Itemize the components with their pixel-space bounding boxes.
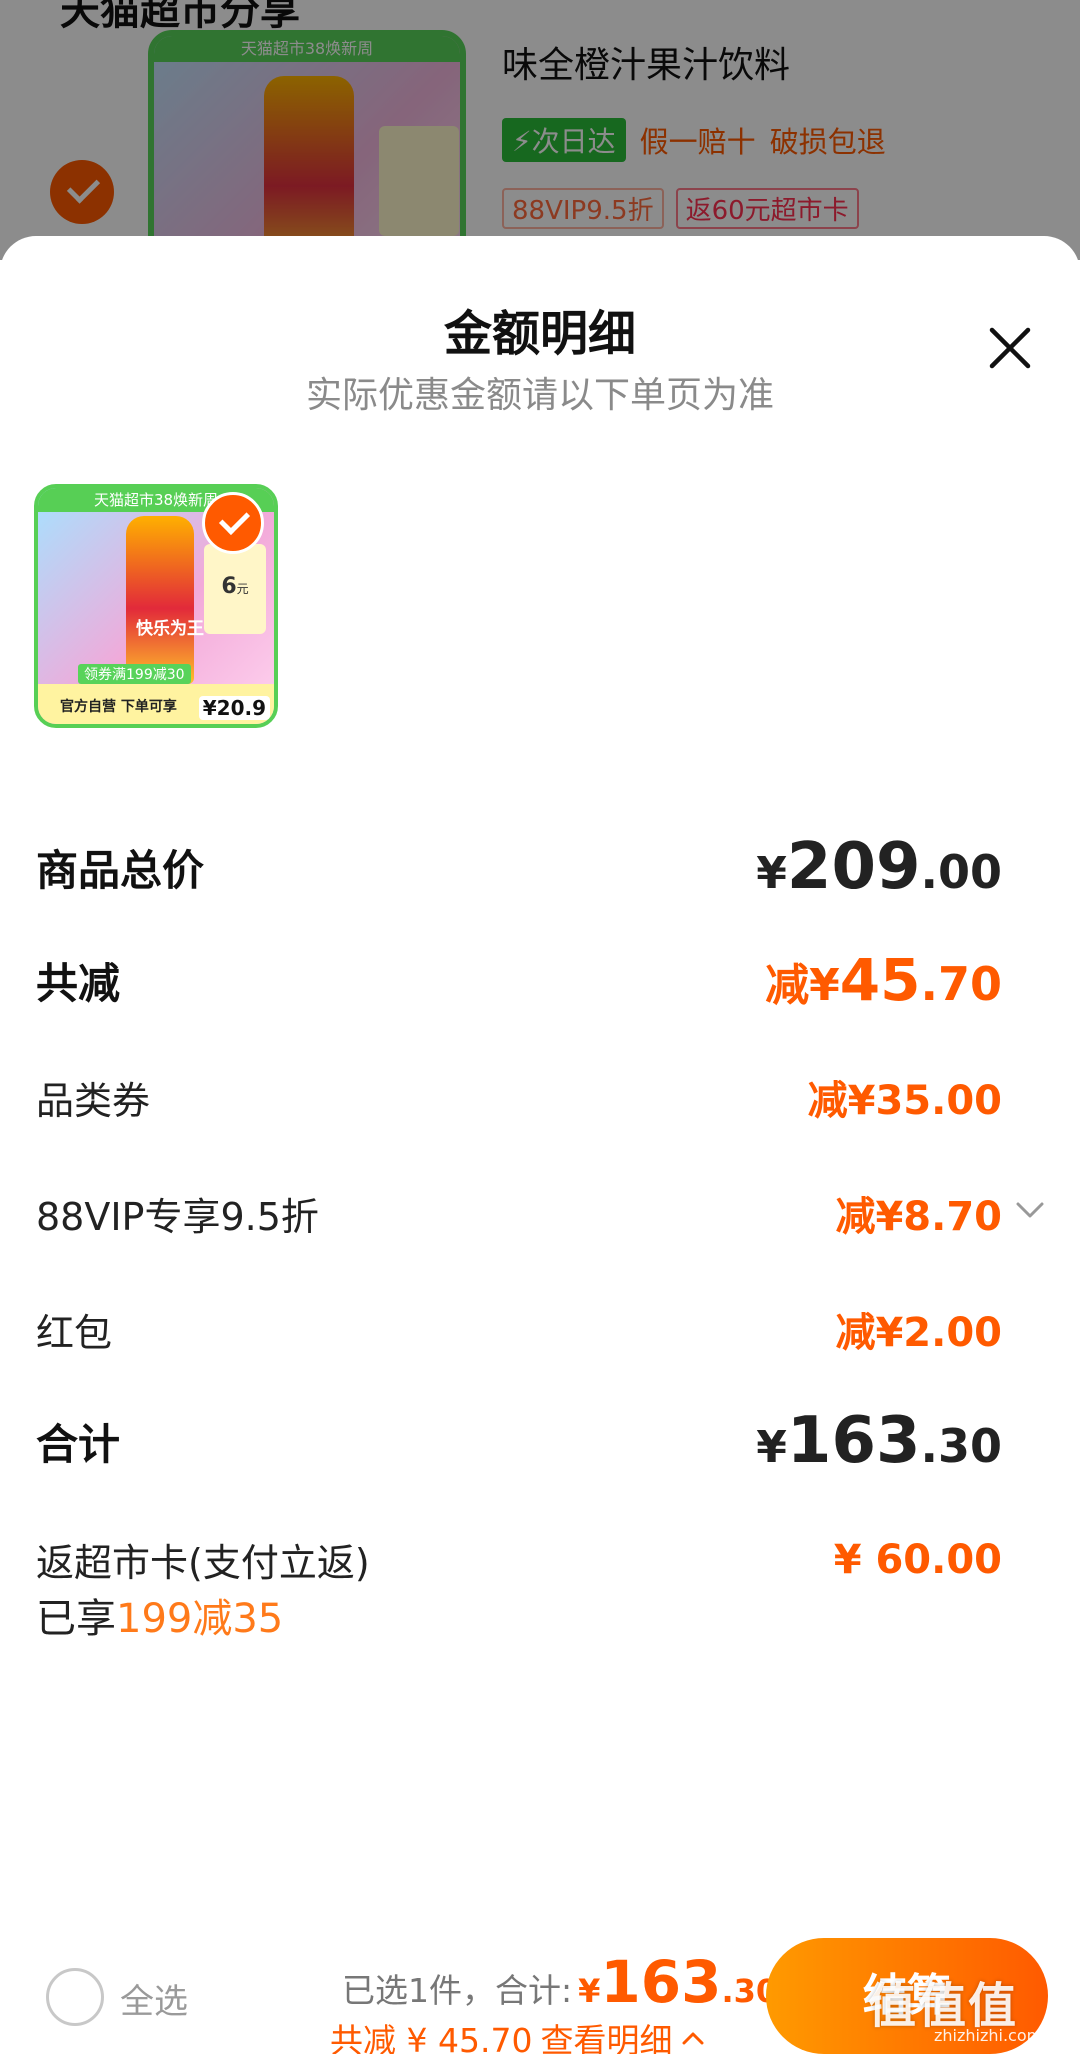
bottle-slogan: 快乐为王	[136, 619, 204, 639]
select-all-label[interactable]: 全选	[120, 1974, 188, 2023]
row-label: 共减	[36, 958, 121, 1008]
view-detail-label: 查看明细	[540, 2021, 673, 2054]
row-vip-discount[interactable]: 88VIP专享9.5折 减¥8.70	[36, 1184, 1002, 1242]
row-label: 返超市卡(支付立返)	[36, 1541, 370, 1585]
price-decimal: .00	[920, 845, 1003, 899]
supermarket-card-graphic: 6元	[204, 544, 266, 634]
selected-summary: 已选1件，合计: ¥163.30	[342, 1948, 778, 2016]
sheet-subtitle: 实际优惠金额请以下单页为准	[305, 375, 774, 416]
yen-symbol: ¥	[578, 1972, 601, 2010]
discount-integer: 45	[839, 946, 921, 1014]
sheet-title: 金额明细	[443, 306, 636, 362]
total-price-value: ¥209.00	[756, 830, 1002, 904]
card-value: 6	[221, 574, 237, 599]
category-coupon-value: 减¥35.00	[807, 1078, 1002, 1124]
discount-detail-link[interactable]: 共减 ¥ 45.70 查看明细	[330, 2014, 706, 2054]
card-rebate-value: ¥ 60.00	[833, 1536, 1002, 1583]
row-red-packet: 红包 减¥2.00	[36, 1300, 1002, 1358]
card-unit: 元	[236, 582, 249, 596]
footer-text: 官方自营 下单可享	[60, 699, 177, 715]
row-label: 商品总价	[36, 845, 205, 895]
red-packet-value: 减¥2.00	[835, 1310, 1002, 1356]
row-grand-total: 合计 ¥163.30	[36, 1404, 1002, 1478]
image-price: ¥20.9	[198, 696, 270, 720]
row-label: 红包	[36, 1310, 113, 1355]
total-integer: 163	[786, 1404, 921, 1478]
row-total-price: 商品总价 ¥209.00	[36, 830, 1002, 904]
yen-symbol: ¥	[756, 848, 787, 899]
discount-prefix: 减¥	[765, 960, 840, 1011]
total-discount-value: 减¥ 45.70	[765, 946, 1002, 1014]
grand-total-value: ¥163.30	[756, 1404, 1002, 1478]
enjoyed-prefix: 已享	[36, 1596, 116, 1642]
row-total-discount: 共减 减¥ 45.70	[36, 946, 1002, 1014]
row-category-coupon: 品类券 减¥35.00	[36, 1068, 1002, 1126]
row-label: 88VIP专享9.5折	[36, 1194, 319, 1239]
amount-detail-sheet: 金额明细 实际优惠金额请以下单页为准 天猫超市38焕新周 快乐为王 6元 领券满…	[0, 236, 1080, 2054]
chevron-down-icon[interactable]	[1012, 1192, 1048, 1228]
row-label: 品类券	[36, 1078, 151, 1123]
modal-overlay[interactable]	[0, 0, 1080, 260]
watermark-url: zhizhizhi.com	[934, 2026, 1043, 2045]
discount-summary: 共减 ¥ 45.70	[330, 2021, 533, 2054]
row-label: 合计	[36, 1419, 121, 1469]
coupon-label: 领券满199减30	[78, 664, 191, 684]
enjoyed-promotion: 已享199减35	[36, 1586, 283, 1644]
product-image[interactable]: 天猫超市38焕新周 快乐为王 6元 领券满199减30 官方自营 下单可享 ¥2…	[34, 484, 278, 728]
total-integer: 163	[600, 1948, 722, 2016]
juice-bottle-graphic	[126, 516, 194, 684]
enjoyed-highlight: 199减35	[116, 1596, 284, 1642]
vip-discount-value: 减¥8.70	[835, 1194, 1002, 1240]
selected-summary-label: 已选1件，合计:	[342, 1971, 573, 2010]
price-integer: 209	[786, 830, 921, 904]
total-decimal: .30	[920, 1419, 1003, 1473]
background-product-card: 天猫超市分享 天猫超市38焕新周 快乐 味全橙汁果汁饮料 ⚡次日达 假一赔十 破…	[0, 0, 1080, 280]
discount-decimal: .70	[920, 957, 1003, 1011]
yen-symbol: ¥	[756, 1422, 787, 1473]
selected-check-icon	[202, 492, 264, 554]
select-all-checkbox[interactable]	[46, 1968, 104, 2026]
row-card-rebate: 返超市卡(支付立返) ¥ 60.00	[36, 1532, 1002, 1587]
chevron-up-icon	[682, 2032, 704, 2045]
close-icon[interactable]	[986, 324, 1034, 372]
